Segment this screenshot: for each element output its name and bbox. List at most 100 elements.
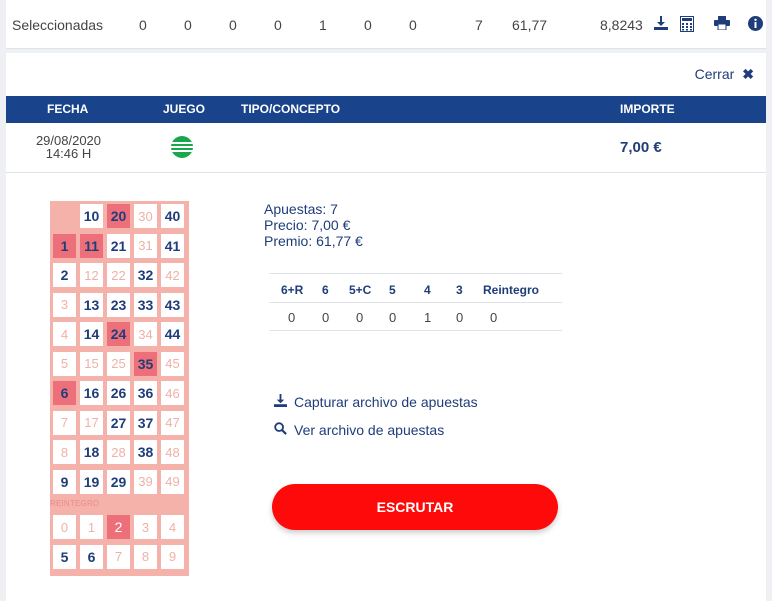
ticket-number[interactable]: 37 [134, 410, 157, 435]
ticket-number[interactable]: 27 [107, 410, 130, 435]
prize-header: 3 [456, 283, 463, 297]
ticket-number[interactable]: 17 [80, 410, 103, 435]
ticket-number[interactable]: 23 [107, 292, 130, 317]
ticket-number[interactable]: 9 [53, 469, 76, 494]
ticket-number[interactable] [53, 204, 76, 228]
ticket-number[interactable]: 34 [134, 322, 157, 346]
ticket-number[interactable]: 45 [161, 351, 184, 376]
prize-header: 5+C [349, 283, 372, 297]
summary-value: 0 [229, 17, 237, 33]
calculator-icon[interactable] [680, 16, 694, 37]
ticket-number[interactable]: 48 [161, 440, 184, 464]
info-icon[interactable] [748, 16, 763, 36]
reintegro-number[interactable]: 8 [134, 544, 157, 569]
reintegro-number[interactable]: 1 [80, 515, 103, 539]
reintegro-number[interactable]: 7 [107, 544, 130, 569]
prize-table: 6+R 6 5+C 5 4 3 Reintegro 0 0 0 0 1 0 0 [269, 273, 562, 331]
ticket-number[interactable]: 49 [161, 469, 184, 494]
ticket-number[interactable]: 32 [134, 263, 157, 287]
scrutinize-button[interactable]: ESCRUTAR [272, 484, 558, 530]
ticket-number[interactable]: 46 [161, 381, 184, 405]
ticket-number[interactable]: 39 [134, 469, 157, 494]
reintegro-number[interactable]: 5 [53, 544, 76, 569]
bet-prize: Premio: 61,77 € [264, 233, 363, 249]
prize-header: 4 [424, 283, 431, 297]
ticket-number[interactable]: 41 [161, 233, 184, 258]
prize-value: 0 [389, 310, 397, 325]
ticket-number[interactable]: 1 [53, 233, 76, 258]
reintegro-grid: 01234 56789 [50, 512, 189, 575]
ticket-number[interactable]: 25 [107, 351, 130, 376]
ticket-number[interactable]: 42 [161, 263, 184, 287]
reintegro-number[interactable]: 4 [161, 515, 184, 539]
ticket-number[interactable]: 16 [80, 381, 103, 405]
ticket-number[interactable]: 19 [80, 469, 103, 494]
ticket-number[interactable]: 7 [53, 410, 76, 435]
ticket-number[interactable]: 14 [80, 322, 103, 346]
column-header-juego: JUEGO [163, 102, 206, 116]
ticket-number[interactable]: 12 [80, 263, 103, 287]
reintegro-number[interactable]: 6 [80, 544, 103, 569]
print-icon[interactable] [714, 16, 730, 35]
ticket-number[interactable]: 38 [134, 440, 157, 464]
summary-value: 1 [319, 17, 327, 33]
column-header-fecha: FECHA [47, 102, 89, 116]
summary-value: 0 [139, 17, 147, 33]
prize-value: 1 [424, 310, 432, 325]
ticket-number[interactable]: 22 [107, 263, 130, 287]
close-icon: ✖ [742, 66, 754, 82]
reintegro-number[interactable]: 2 [107, 515, 130, 539]
ticket-number[interactable]: 21 [107, 233, 130, 258]
view-bets-file-label: Ver archivo de apuestas [294, 422, 445, 438]
ticket-number[interactable]: 43 [161, 292, 184, 317]
ticket-number[interactable]: 3 [53, 292, 76, 317]
reintegro-number[interactable]: 0 [53, 515, 76, 539]
ticket-number[interactable]: 26 [107, 381, 130, 405]
column-header-importe: IMPORTE [620, 102, 675, 116]
prize-header: 6 [322, 283, 329, 297]
download-icon[interactable] [654, 16, 668, 35]
reintegro-number[interactable]: 3 [134, 515, 157, 539]
ticket-number[interactable]: 13 [80, 292, 103, 317]
ticket-number[interactable]: 35 [134, 351, 157, 376]
ticket-number[interactable]: 44 [161, 322, 184, 346]
ticket-number[interactable]: 6 [53, 381, 76, 405]
prize-value: 0 [456, 310, 464, 325]
capture-bets-file-link[interactable]: Capturar archivo de apuestas [274, 394, 478, 410]
bet-time: 14:46 H [45, 146, 92, 161]
ticket-number[interactable]: 2 [53, 263, 76, 287]
ticket-number[interactable]: 40 [161, 204, 184, 228]
summary-row: Seleccionadas 0 0 0 0 1 0 0 7 61,77 8,82… [6, 0, 766, 49]
bet-detail-panel: Cerrar ✖ FECHA JUEGO TIPO/CONCEPTO IMPORT… [6, 53, 766, 601]
ticket-number[interactable]: 20 [107, 204, 130, 228]
ticket-number[interactable]: 31 [134, 233, 157, 258]
ticket-number[interactable]: 11 [80, 233, 103, 258]
ticket-number[interactable]: 47 [161, 410, 184, 435]
ticket-number[interactable]: 5 [53, 351, 76, 376]
bet-amount: 7,00 € [620, 139, 662, 156]
ticket-number[interactable]: 10 [80, 204, 103, 228]
ticket-number[interactable]: 33 [134, 292, 157, 317]
bets-count: Apuestas: 7 [264, 201, 338, 217]
close-button[interactable]: Cerrar ✖ [695, 66, 754, 83]
summary-value: 0 [364, 17, 372, 33]
reintegro-label: REINTEGRO [50, 499, 100, 508]
reintegro-number[interactable]: 9 [161, 544, 184, 569]
summary-value: 7 [475, 17, 483, 33]
prize-header: 6+R [281, 283, 304, 297]
ticket-number[interactable]: 15 [80, 351, 103, 376]
ticket-number[interactable]: 30 [134, 204, 157, 228]
view-bets-file-link[interactable]: Ver archivo de apuestas [274, 422, 444, 438]
ticket-number[interactable]: 28 [107, 440, 130, 464]
ticket-number[interactable]: 8 [53, 440, 76, 464]
prize-table-row: 0 0 0 0 1 0 0 [269, 303, 562, 331]
ticket-number[interactable]: 24 [107, 322, 130, 346]
ticket-number[interactable]: 29 [107, 469, 130, 494]
ticket-number[interactable]: 4 [53, 322, 76, 346]
ticket-number[interactable]: 18 [80, 440, 103, 464]
ticket-number[interactable]: 36 [134, 381, 157, 405]
capture-bets-file-label: Capturar archivo de apuestas [294, 394, 478, 410]
summary-value: 0 [409, 17, 417, 33]
summary-label: Seleccionadas [12, 17, 104, 33]
prize-table-header: 6+R 6 5+C 5 4 3 Reintegro [269, 273, 562, 303]
